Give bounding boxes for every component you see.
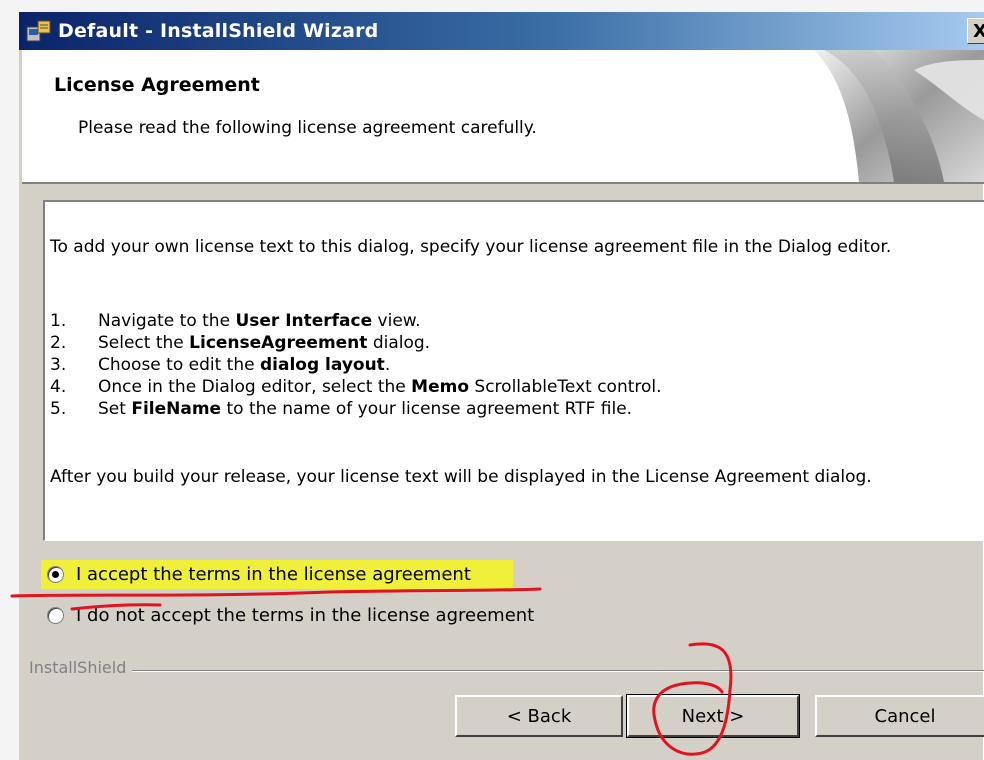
decline-terms-radio[interactable] <box>47 607 64 624</box>
step-number: 3. <box>50 355 67 375</box>
step-text: Select the LicenseAgreement dialog. <box>98 333 431 353</box>
step-text: Choose to edit the dialog layout. <box>98 355 391 375</box>
back-button[interactable]: < Back <box>455 695 623 737</box>
title-bar[interactable]: Default - InstallShield Wizard X <box>19 12 984 50</box>
step-text: Navigate to the User Interface view. <box>98 311 421 331</box>
license-text-memo[interactable]: To add your own license text to this dia… <box>43 200 984 541</box>
cancel-button[interactable]: Cancel <box>815 695 984 737</box>
license-step: 3. Choose to edit the dialog layout. <box>50 354 662 376</box>
page-title: License Agreement <box>54 74 260 96</box>
step-text: Set FileName to the name of your license… <box>98 399 633 419</box>
license-step: 4. Once in the Dialog editor, select the… <box>50 376 662 398</box>
next-button[interactable]: Next > <box>626 694 800 738</box>
installshield-wizard-window: Default - InstallShield Wizard X License… <box>19 12 984 760</box>
accept-terms-label[interactable]: I accept the terms in the license agreem… <box>76 564 471 585</box>
header-banner-art <box>814 50 984 182</box>
step-number: 5. <box>50 399 67 419</box>
license-steps: 1. Navigate to the User Interface view. … <box>50 310 662 420</box>
step-text: Once in the Dialog editor, select the Me… <box>98 377 662 397</box>
page-subtitle: Please read the following license agreem… <box>78 118 537 138</box>
license-step: 1. Navigate to the User Interface view. <box>50 310 662 332</box>
license-intro: To add your own license text to this dia… <box>50 237 892 257</box>
accept-terms-radio[interactable] <box>47 566 64 583</box>
decline-terms-radio-row[interactable]: I do not accept the terms in the license… <box>47 605 534 626</box>
license-outro: After you build your release, your licen… <box>50 467 872 487</box>
installshield-brand-label: InstallShield <box>29 658 133 677</box>
window-title: Default - InstallShield Wizard <box>58 20 379 42</box>
close-icon[interactable]: X <box>967 18 984 44</box>
accept-terms-radio-row[interactable]: I accept the terms in the license agreem… <box>41 560 513 589</box>
decline-terms-label[interactable]: I do not accept the terms in the license… <box>76 605 534 626</box>
step-number: 2. <box>50 333 67 353</box>
header-panel: License Agreement Please read the follow… <box>22 50 984 184</box>
footer-divider <box>29 670 984 672</box>
license-step: 2. Select the LicenseAgreement dialog. <box>50 332 662 354</box>
license-step: 5. Set FileName to the name of your lice… <box>50 398 662 420</box>
step-number: 1. <box>50 311 67 331</box>
installer-package-icon <box>26 19 52 43</box>
step-number: 4. <box>50 377 67 397</box>
